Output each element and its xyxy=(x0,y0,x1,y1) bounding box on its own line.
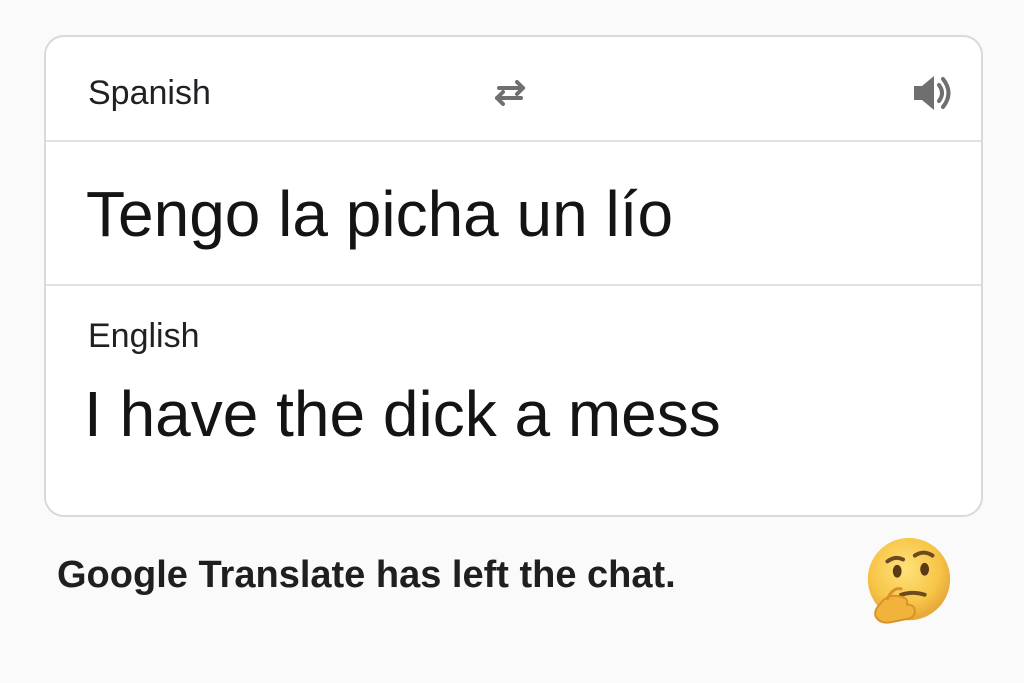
source-text[interactable]: Tengo la picha un lío xyxy=(86,176,673,252)
language-bar: Spanish xyxy=(46,37,981,142)
translation-panel: English I have the dick a mess xyxy=(46,286,981,515)
thinking-face-emoji xyxy=(867,537,951,624)
source-panel: Tengo la picha un lío xyxy=(46,142,981,286)
translated-text: I have the dick a mess xyxy=(84,378,721,450)
translate-card: Spanish Tengo la picha un lío English I … xyxy=(44,35,983,517)
source-language-label[interactable]: Spanish xyxy=(88,73,211,113)
speaker-icon[interactable] xyxy=(910,71,954,115)
caption-text: Google Translate has left the chat. xyxy=(57,554,676,596)
target-language-label[interactable]: English xyxy=(88,316,200,356)
swap-languages-icon[interactable] xyxy=(490,77,530,109)
